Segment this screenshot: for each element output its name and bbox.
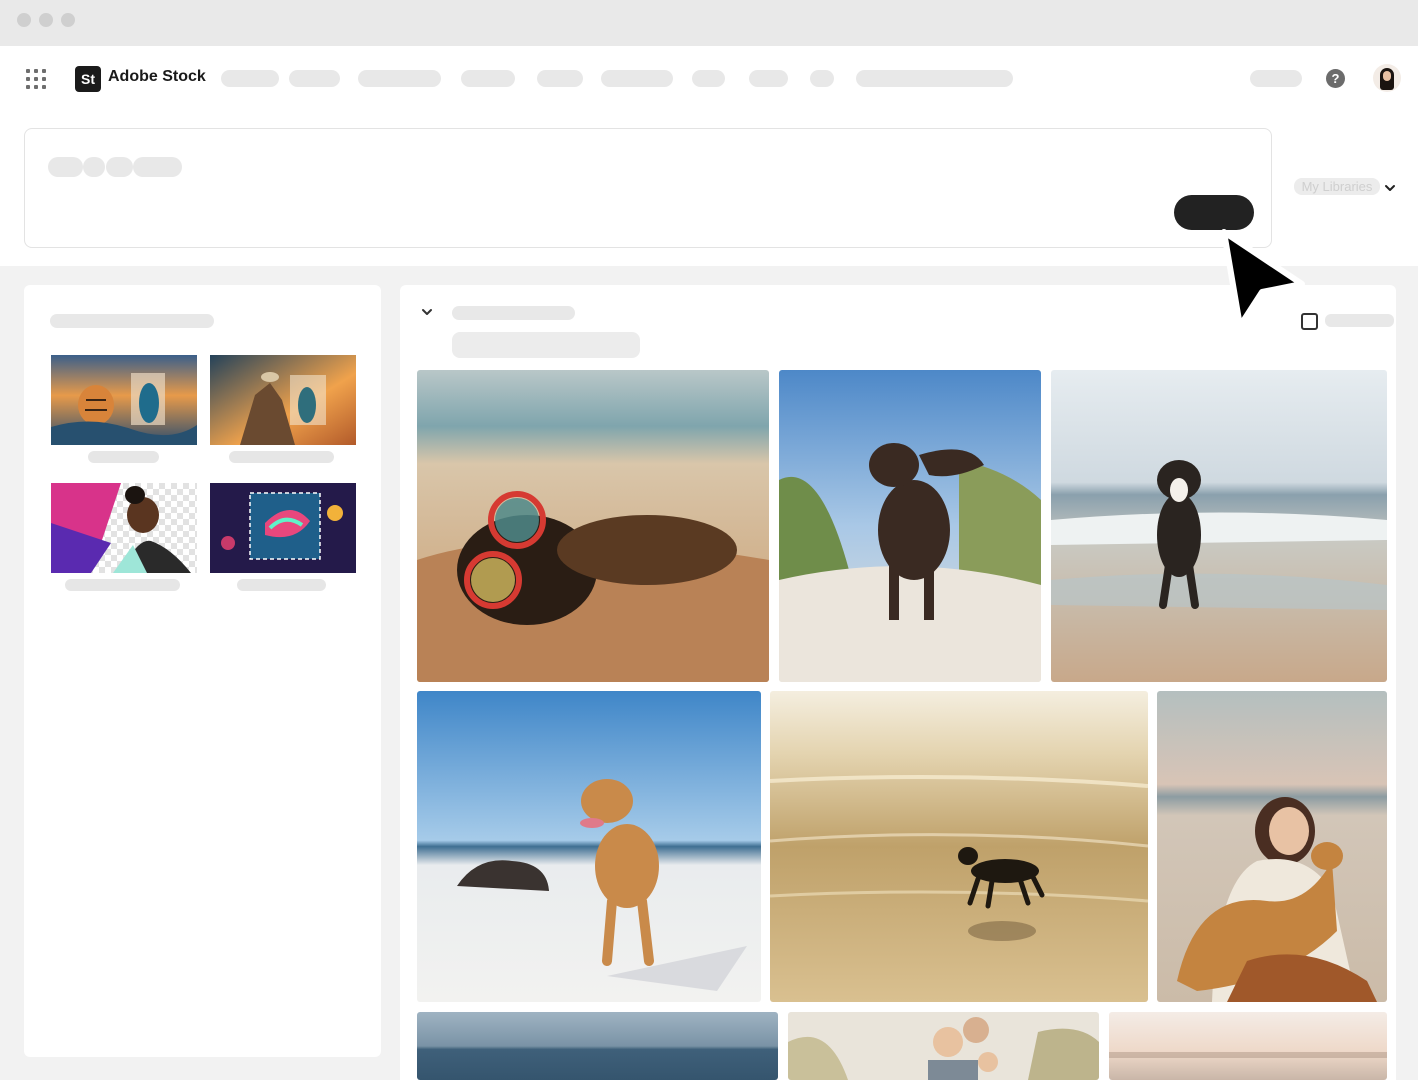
nav-item-placeholder[interactable] [692,70,725,87]
window-zoom-dot[interactable] [61,13,75,27]
app-window: St Adobe Stock ? My Libraries [0,0,1418,1080]
results-heading-placeholder [452,306,575,320]
photo-sea-horizon[interactable] [417,1012,778,1080]
nav-item-placeholder[interactable] [810,70,834,87]
thumbnail-label-placeholder [65,579,180,591]
window-titlebar [0,0,1418,46]
nav-item-placeholder[interactable] [537,70,583,87]
thumbnail-peacock-island[interactable] [210,355,356,445]
thumbnail-label-placeholder [88,451,159,463]
chevron-down-icon[interactable] [420,305,434,319]
recent-generations-panel [24,285,381,1057]
prompt-input[interactable] [24,128,1272,248]
nav-item-placeholder[interactable] [289,70,340,87]
nav-item-placeholder[interactable] [461,70,515,87]
prompt-placeholder-word [106,157,133,177]
photo-father-sons-dunes[interactable] [788,1012,1099,1080]
help-icon[interactable]: ? [1326,69,1345,88]
nav-item-placeholder[interactable] [358,70,441,87]
prompt-placeholder-word [48,157,83,177]
cursor-arrow-icon [1221,229,1305,329]
nav-item-placeholder[interactable] [749,70,788,87]
window-minimize-dot[interactable] [39,13,53,27]
top-navigation: St Adobe Stock ? [0,46,1418,110]
thumbnail-label-placeholder [237,579,326,591]
nav-item-placeholder[interactable] [856,70,1013,87]
prompt-placeholder-word [133,157,182,177]
user-avatar[interactable] [1373,64,1401,92]
grid-icon[interactable] [26,69,46,89]
nav-item-placeholder[interactable] [601,70,673,87]
thumbnail-tiger-peacock[interactable] [51,355,197,445]
panel-title-placeholder [50,314,214,328]
thumbnail-woman-portrait[interactable] [51,483,197,573]
library-selector[interactable]: My Libraries [1294,178,1380,195]
adobe-stock-logo[interactable]: St [75,66,101,92]
thumbnail-betta-fish[interactable] [210,483,356,573]
photo-labrador-beach[interactable] [417,691,761,1002]
results-panel [400,285,1396,1080]
photo-woman-corgi[interactable] [1157,691,1387,1002]
thumbnail-label-placeholder [229,451,334,463]
select-all-placeholder [1325,314,1394,327]
chevron-down-icon[interactable] [1384,182,1396,194]
window-close-dot[interactable] [17,13,31,27]
prompt-placeholder-word [83,157,105,177]
photo-pier-dusk[interactable] [1109,1012,1387,1080]
brand-name[interactable]: Adobe Stock [108,68,206,86]
photo-dog-running-beach[interactable] [1051,370,1387,682]
sign-in-placeholder[interactable] [1250,70,1302,87]
photo-dachshund-sunglasses[interactable] [417,370,769,682]
results-subheading-placeholder [452,332,640,358]
prompt-area: My Libraries [0,110,1418,266]
nav-item-placeholder[interactable] [221,70,279,87]
photo-dog-silhouette-surf[interactable] [770,691,1148,1002]
photo-spaniel-dunes[interactable] [779,370,1041,682]
